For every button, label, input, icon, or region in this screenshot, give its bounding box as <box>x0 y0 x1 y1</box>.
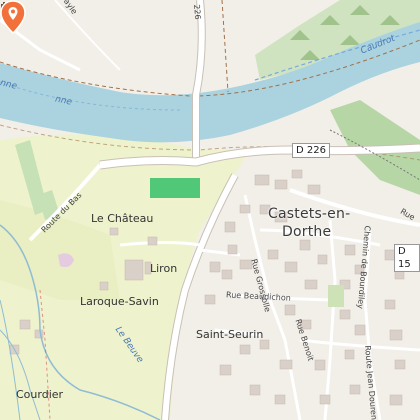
place-label-laroque-savin: Laroque-Savin <box>80 295 159 308</box>
town-label-castets-line1: Castets-en- <box>268 206 351 222</box>
road-label-226: 226 <box>192 4 203 21</box>
town-label-castets-line2: Dorthe <box>282 224 332 240</box>
place-label-le-chateau: Le Château <box>91 212 154 225</box>
place-label-saint-seurin: Saint-Seurin <box>196 328 264 341</box>
sports-field <box>150 178 200 198</box>
road-shield-d15: D 15 <box>394 244 420 272</box>
place-label-liron: Liron <box>150 262 178 275</box>
map-marker-icon[interactable] <box>0 0 26 34</box>
road-shield-d226: D 226 <box>292 143 330 158</box>
place-label-courdier: Courdier <box>16 388 64 401</box>
map-view[interactable]: 226 ayle Caudrot nne nne D 226 D 15 Rout… <box>0 0 420 420</box>
